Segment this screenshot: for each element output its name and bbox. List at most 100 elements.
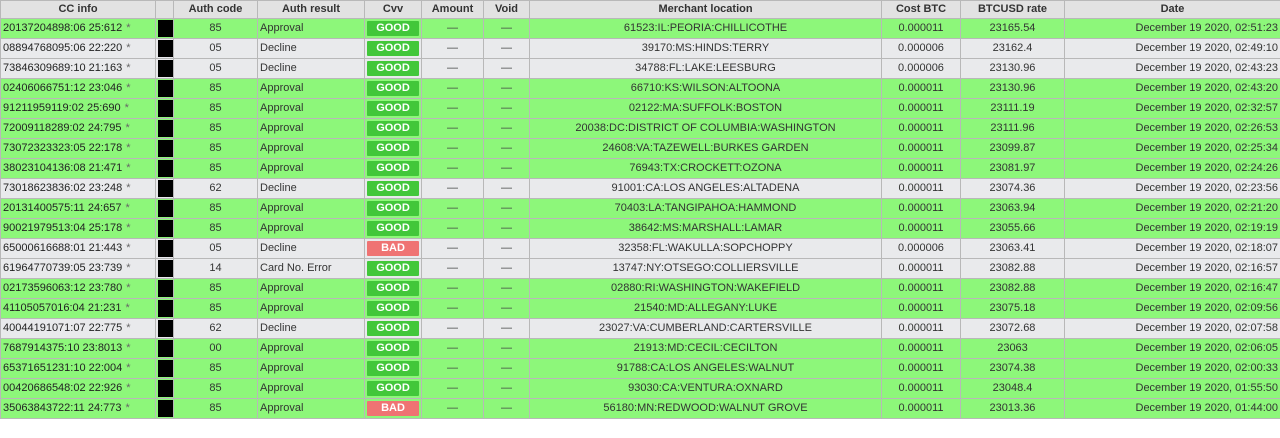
table-row[interactable]: 90021979513:04 25:178 * 85 Approval GOOD — —38… (0, 218, 1280, 239)
auth-code-cell: 85 (173, 158, 258, 179)
auth-code-cell: 85 (173, 218, 258, 239)
masked-block-cell (155, 178, 174, 199)
masked-block-cell (155, 318, 174, 339)
cost-btc-cell: 0.000011 (881, 358, 961, 379)
redaction-block (158, 260, 173, 277)
table-row[interactable]: 7687914375:10 23:8013 * 00 Approval GOOD — —21… (0, 338, 1280, 359)
cvv-cell: GOOD (364, 298, 422, 319)
amount-cell: — (421, 238, 484, 259)
table-row[interactable]: 35063843722:11 24:773 * 85 Approval BAD — —561… (0, 398, 1280, 419)
cost-btc-cell: 0.000011 (881, 378, 961, 399)
table-row[interactable]: 00420686548:02 22:926 * 85 Approval GOOD — —93… (0, 378, 1280, 399)
date-cell: December 19 2020, 02:26:53 (1064, 118, 1280, 139)
col-header-amount[interactable]: Amount (421, 0, 484, 19)
table-row[interactable]: 91211959119:02 25:690 * 85 Approval GOOD — —02… (0, 98, 1280, 119)
table-row[interactable]: 20131400575:11 24:657 * 85 Approval GOOD — —70… (0, 198, 1280, 219)
col-header-merchant-location[interactable]: Merchant location (529, 0, 882, 19)
amount-cell: — (421, 78, 484, 99)
cc-info-text: 73846309689:10 21:163 (3, 62, 123, 74)
auth-result-cell: Approval (257, 338, 365, 359)
redaction-block (158, 220, 173, 237)
cvv-cell: GOOD (364, 58, 422, 79)
date-cell: December 19 2020, 01:44:00 (1064, 398, 1280, 419)
col-header-auth-code[interactable]: Auth code (173, 0, 258, 19)
table-row[interactable]: 65000616688:01 21:443 * 05 Decline BAD — —3235… (0, 238, 1280, 259)
cvv-cell: GOOD (364, 18, 422, 39)
auth-result-cell: Decline (257, 318, 365, 339)
masked-block-cell (155, 138, 174, 159)
cc-info-star: * (126, 42, 131, 54)
btcusd-rate-cell: 23048.4 (960, 378, 1065, 399)
masked-block-cell (155, 278, 174, 299)
table-row[interactable]: 73846309689:10 21:163 * 05 Decline GOOD — —347… (0, 58, 1280, 79)
table-row[interactable]: 61964770739:05 23:739 * 14 Card No. Error GO… (0, 258, 1280, 279)
date-cell: December 19 2020, 02:43:20 (1064, 78, 1280, 99)
col-header-cc-info[interactable]: CC info (0, 0, 156, 19)
date-cell: December 19 2020, 02:23:56 (1064, 178, 1280, 199)
table-row[interactable]: 73018623836:02 23:248 * 62 Decline GOOD — —910… (0, 178, 1280, 199)
cvv-status-badge: GOOD (367, 261, 419, 276)
cc-info-star: * (126, 362, 131, 374)
cc-info-star: * (125, 402, 130, 414)
table-row[interactable]: 38023104136:08 21:471 * 85 Approval GOOD — —76… (0, 158, 1280, 179)
table-row[interactable]: 73072323323:05 22:178 * 85 Approval GOOD — —24… (0, 138, 1280, 159)
masked-block-cell (155, 378, 174, 399)
cvv-status-badge: GOOD (367, 341, 419, 356)
table-row[interactable]: 08894768095:06 22:220 * 05 Decline GOOD — —391… (0, 38, 1280, 59)
btcusd-rate-cell: 23082.88 (960, 258, 1065, 279)
col-header-date[interactable]: Date (1064, 0, 1280, 19)
void-cell: — (483, 318, 530, 339)
col-header-void[interactable]: Void (483, 0, 530, 19)
col-header-cost-btc[interactable]: Cost BTC (881, 0, 961, 19)
table-row[interactable]: 41105057016:04 21:231 * 85 Approval GOOD — —21… (0, 298, 1280, 319)
cvv-status-badge: GOOD (367, 361, 419, 376)
cc-info-star: * (126, 382, 131, 394)
masked-block-cell (155, 18, 174, 39)
cc-info-cell: 20131400575:11 24:657 * (0, 198, 156, 219)
cost-btc-cell: 0.000011 (881, 218, 961, 239)
masked-block-cell (155, 338, 174, 359)
auth-result-cell: Approval (257, 378, 365, 399)
auth-result-cell: Card No. Error (257, 258, 365, 279)
table-row[interactable]: 20137204898:06 25:612 * 85 Approval GOOD — —61… (0, 18, 1280, 39)
date-cell: December 19 2020, 02:16:47 (1064, 278, 1280, 299)
merchant-location-cell: 23027:VA:CUMBERLAND:CARTERSVILLE (529, 318, 882, 339)
cost-btc-cell: 0.000011 (881, 338, 961, 359)
void-cell: — (483, 18, 530, 39)
cc-info-text: 65371651231:10 22:004 (3, 362, 123, 374)
cc-info-star: * (126, 322, 131, 334)
cvv-cell: GOOD (364, 378, 422, 399)
merchant-location-cell: 93030:CA:VENTURA:OXNARD (529, 378, 882, 399)
merchant-location-cell: 70403:LA:TANGIPAHOA:HAMMOND (529, 198, 882, 219)
cvv-status-badge: GOOD (367, 101, 419, 116)
masked-block-cell (155, 258, 174, 279)
col-header-cvv[interactable]: Cvv (364, 0, 422, 19)
table-row[interactable]: 02173596063:12 23:780 * 85 Approval GOOD — —02… (0, 278, 1280, 299)
redaction-block (158, 280, 173, 297)
cvv-cell: GOOD (364, 78, 422, 99)
void-cell: — (483, 338, 530, 359)
cc-info-star: * (126, 22, 131, 34)
cost-btc-cell: 0.000011 (881, 278, 961, 299)
redaction-block (158, 20, 173, 37)
amount-cell: — (421, 38, 484, 59)
masked-block-cell (155, 58, 174, 79)
col-header-auth-result[interactable]: Auth result (257, 0, 365, 19)
redaction-block (158, 320, 173, 337)
cc-info-text: 38023104136:08 21:471 (3, 162, 123, 174)
merchant-location-cell: 34788:FL:LAKE:LEESBURG (529, 58, 882, 79)
table-row[interactable]: 40044191071:07 22:775 * 62 Decline GOOD — —230… (0, 318, 1280, 339)
table-row[interactable]: 72009118289:02 24:795 * 85 Approval GOOD — —20… (0, 118, 1280, 139)
auth-result-cell: Approval (257, 278, 365, 299)
void-cell: — (483, 238, 530, 259)
table-row[interactable]: 02406066751:12 23:046 * 85 Approval GOOD — —66… (0, 78, 1280, 99)
auth-result-cell: Approval (257, 18, 365, 39)
btcusd-rate-cell: 23063 (960, 338, 1065, 359)
table-row[interactable]: 65371651231:10 22:004 * 85 Approval GOOD — —91… (0, 358, 1280, 379)
col-header-btcusd-rate[interactable]: BTCUSD rate (960, 0, 1065, 19)
auth-code-cell: 85 (173, 378, 258, 399)
redaction-block (158, 240, 173, 257)
cvv-cell: GOOD (364, 258, 422, 279)
cc-info-text: 20131400575:11 24:657 (3, 202, 122, 214)
cc-info-text: 7687914375:10 23:8013 (3, 342, 123, 354)
